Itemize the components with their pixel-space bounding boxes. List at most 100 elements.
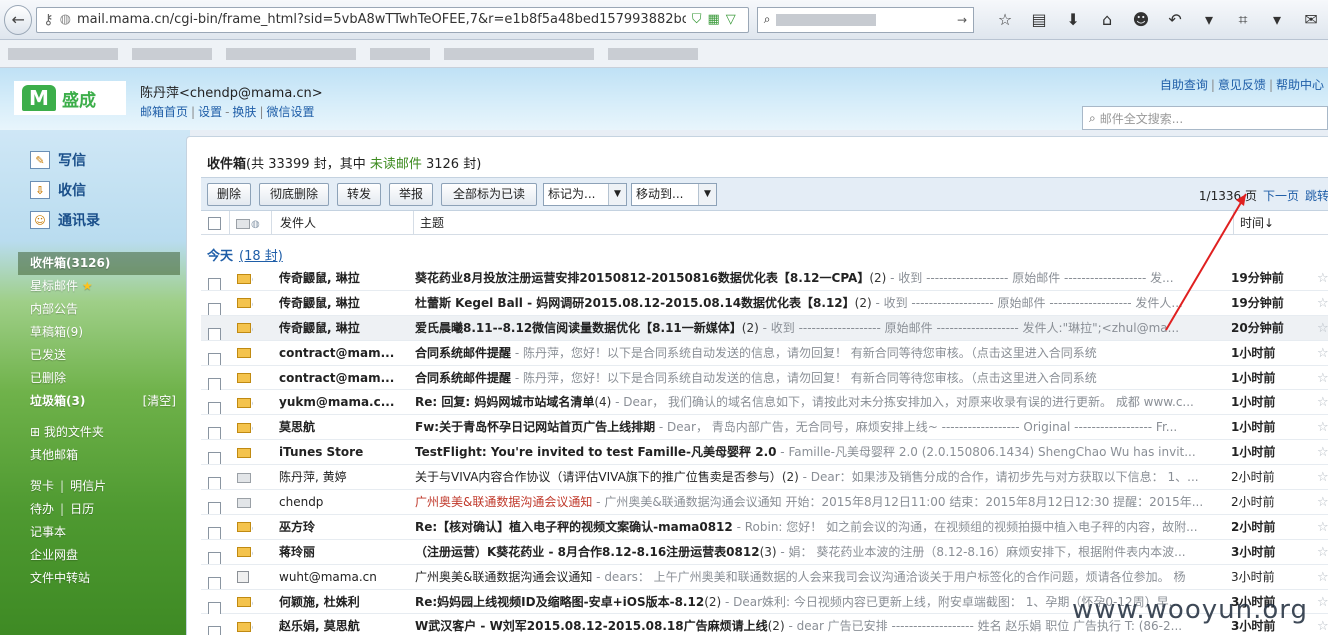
clear-spam-link[interactable]: [清空] [143, 390, 176, 413]
link-wechat-settings[interactable]: 微信设置 [266, 105, 314, 119]
row-checkbox[interactable] [208, 266, 221, 290]
row-subject[interactable]: （注册运营）K葵花药业 - 8月合作8.12-8.16注册运营表0812(3) … [415, 540, 1215, 564]
row-subject[interactable]: 广州奥美&联通数据沟通会议通知 - dears： 上午广州奥美和联通数据的人会来… [415, 565, 1215, 589]
shield-icon[interactable]: ⛉▦▽ [692, 12, 742, 27]
blurred-bookmark[interactable] [132, 47, 212, 60]
row-checkbox[interactable] [208, 341, 221, 365]
row-checkbox[interactable] [208, 614, 221, 635]
star-icon[interactable]: ☆ [1317, 565, 1328, 589]
folder-inbox[interactable]: 收件箱(3126) [18, 252, 180, 275]
next-page-link[interactable]: 下一页 [1263, 189, 1299, 203]
row-checkbox[interactable] [208, 465, 221, 490]
row-checkbox[interactable] [208, 590, 221, 614]
subject-column-header[interactable]: 主题 [413, 211, 1213, 235]
permanent-delete-button[interactable]: 彻底删除 [259, 183, 329, 206]
mail-row[interactable]: wuht@mama.cn 广州奥美&联通数据沟通会议通知 - dears： 上午广… [201, 565, 1328, 590]
mail-row[interactable]: ◍ 巫方玲 Re:【核对确认】植入电子秤的视频文案确认-mama0812 - Rob… [201, 515, 1328, 540]
mail-row[interactable]: ◍ 传奇鼹鼠, 琳拉 爱氏晨曦8.11--8.12微信阅读量数据优化【8.11一新媒… [201, 315, 1328, 341]
blurred-bookmark[interactable] [444, 47, 594, 60]
postcard-link[interactable]: 明信片 [70, 475, 106, 498]
link-mail-home[interactable]: 邮箱首页 [140, 105, 188, 119]
row-subject[interactable]: 杜蕾斯 Kegel Ball - 妈网调研2015.08.12-2015.08.… [415, 291, 1215, 315]
unread-mail-link[interactable]: 未读邮件 [370, 157, 422, 172]
reader-icon[interactable]: ▤ [1022, 10, 1056, 30]
star-icon[interactable]: ☆ [1317, 465, 1328, 489]
mail-row[interactable]: ◍ 传奇鼹鼠, 琳拉 葵花药业8月投放注册运营安排20150812-20150816… [201, 266, 1328, 291]
contacts-link[interactable]: ☺ 通讯录 [30, 210, 100, 230]
mail-row[interactable]: contract@mam... 合同系统邮件提醒 - 陈丹萍，您好！以下是合同系统… [201, 341, 1328, 366]
compose-link[interactable]: ✎ 写信 [30, 150, 86, 170]
receive-link[interactable]: ⇩ 收信 [30, 180, 86, 200]
star-icon[interactable]: ☆ [988, 10, 1022, 30]
type-column[interactable]: ◍ [229, 211, 269, 235]
folder-drafts[interactable]: 草稿箱(9) [18, 321, 180, 344]
folder-other-mailboxes[interactable]: 其他邮箱 [18, 444, 180, 467]
row-subject[interactable]: 合同系统邮件提醒 - 陈丹萍，您好！以下是合同系统自动发送的信息，请勿回复！ 有… [415, 366, 1215, 390]
chat-icon[interactable]: ✉ [1294, 10, 1328, 30]
row-checkbox[interactable] [208, 440, 221, 465]
calendar-link[interactable]: 日历 [70, 498, 94, 521]
row-subject[interactable]: 葵花药业8月投放注册运营安排20150812-20150816数据优化表【8.1… [415, 266, 1215, 290]
undo-icon[interactable]: ↶ [1158, 10, 1192, 30]
row-checkbox[interactable] [208, 415, 221, 440]
folder-sent[interactable]: 已发送 [18, 344, 180, 367]
star-icon[interactable]: ☆ [1317, 316, 1328, 340]
mark-as-select[interactable]: 标记为... ▼ [543, 183, 627, 206]
star-icon[interactable]: ☆ [1317, 440, 1328, 464]
link-self-service[interactable]: 自助查询 [1160, 78, 1208, 92]
star-icon[interactable]: ☆ [1317, 415, 1328, 439]
row-checkbox[interactable] [208, 291, 221, 315]
dropdown-icon-2[interactable]: ▾ [1260, 10, 1294, 30]
blurred-bookmark[interactable] [8, 47, 118, 60]
star-icon[interactable]: ☆ [1317, 614, 1328, 635]
mail-row[interactable]: ◍ 传奇鼹鼠, 琳拉 杜蕾斯 Kegel Ball - 妈网调研2015.08.12… [201, 291, 1328, 316]
time-column-header[interactable]: 时间↓ [1233, 211, 1328, 235]
notes-link[interactable]: 记事本 [18, 521, 180, 544]
star-icon[interactable]: ☆ [1317, 341, 1328, 365]
expand-icon[interactable]: ⊞ [30, 425, 40, 439]
folder-my-folders[interactable]: ⊞ 我的文件夹 [18, 421, 180, 444]
blurred-bookmark[interactable] [370, 47, 430, 60]
star-icon[interactable]: ☆ [1317, 291, 1328, 315]
download-icon[interactable]: ⬇ [1056, 10, 1090, 30]
row-checkbox[interactable] [208, 316, 221, 340]
todo-link[interactable]: 待办 [30, 498, 54, 521]
back-button[interactable]: ← [4, 4, 33, 35]
mail-row[interactable]: ◍ 莫思航 Fw:关于青岛怀孕日记网站首页广告上线排期 - Dear， 青岛内部广告… [201, 415, 1328, 441]
row-subject[interactable]: Re: 回复: 妈妈网城市站域名清单(4) - Dear， 我们确认的域名信息如… [415, 390, 1215, 414]
link-feedback[interactable]: 意见反馈 [1218, 78, 1266, 92]
star-icon[interactable]: ☆ [1317, 390, 1328, 414]
row-checkbox[interactable] [208, 366, 221, 390]
folder-starred[interactable]: 星标邮件 ★ [18, 275, 180, 298]
select-all-checkbox[interactable] [208, 211, 221, 235]
blurred-bookmark[interactable] [226, 47, 356, 60]
row-checkbox[interactable] [208, 390, 221, 415]
mail-row[interactable]: chendp 广州奥美&联通数据沟通会议通知 - 广州奥美&联通数据沟通会议通知 … [201, 490, 1328, 515]
greeting-card-link[interactable]: 贺卡 [30, 475, 54, 498]
star-icon[interactable]: ☆ [1317, 590, 1328, 614]
star-icon[interactable]: ☆ [1317, 540, 1328, 564]
delete-button[interactable]: 删除 [207, 183, 251, 206]
row-subject[interactable]: TestFlight: You're invited to test Famil… [415, 440, 1215, 464]
mail-row[interactable]: iTunes Store TestFlight: You're invited t… [201, 440, 1328, 466]
mail-row[interactable]: ◍ yukm@mama.c... Re: 回复: 妈妈网城市站域名清单(4) - D… [201, 390, 1328, 416]
row-checkbox[interactable] [208, 565, 221, 589]
mail-row[interactable]: contract@mam... 合同系统邮件提醒 - 陈丹萍，您好！以下是合同系统… [201, 366, 1328, 391]
forward-button[interactable]: 转发 [337, 183, 381, 206]
row-subject[interactable]: Re:【核对确认】植入电子秤的视频文案确认-mama0812 - Robin: … [415, 515, 1215, 539]
star-icon[interactable]: ☆ [1317, 366, 1328, 390]
enterprise-disk-link[interactable]: 企业网盘 [18, 544, 180, 567]
row-checkbox[interactable] [208, 540, 221, 564]
mail-row[interactable]: 陈丹萍, 黄婷 关于与VIVA内容合作协议（请评估VIVA旗下的推广位售卖是否参与… [201, 465, 1328, 491]
row-subject[interactable]: 爱氏晨曦8.11--8.12微信阅读量数据优化【8.11一新媒体】(2) - 收… [415, 316, 1215, 340]
star-icon[interactable]: ☆ [1317, 266, 1328, 290]
fulltext-search-input[interactable]: ⌕ 邮件全文搜索... [1082, 106, 1328, 130]
mail-row[interactable]: ◍ 蒋玲丽 （注册运营）K葵花药业 - 8月合作8.12-8.16注册运营表0812… [201, 540, 1328, 565]
row-subject[interactable]: 关于与VIVA内容合作协议（请评估VIVA旗下的推广位售卖是否参与）(2) - … [415, 465, 1215, 489]
star-icon[interactable]: ☆ [1317, 490, 1328, 514]
row-checkbox[interactable] [208, 515, 221, 539]
row-subject[interactable]: Fw:关于青岛怀孕日记网站首页广告上线排期 - Dear， 青岛内部广告，无合同… [415, 415, 1215, 439]
folder-spam[interactable]: 垃圾箱(3) [清空] [18, 390, 180, 413]
blurred-bookmark[interactable] [608, 47, 698, 60]
file-transfer-link[interactable]: 文件中转站 [18, 567, 180, 590]
